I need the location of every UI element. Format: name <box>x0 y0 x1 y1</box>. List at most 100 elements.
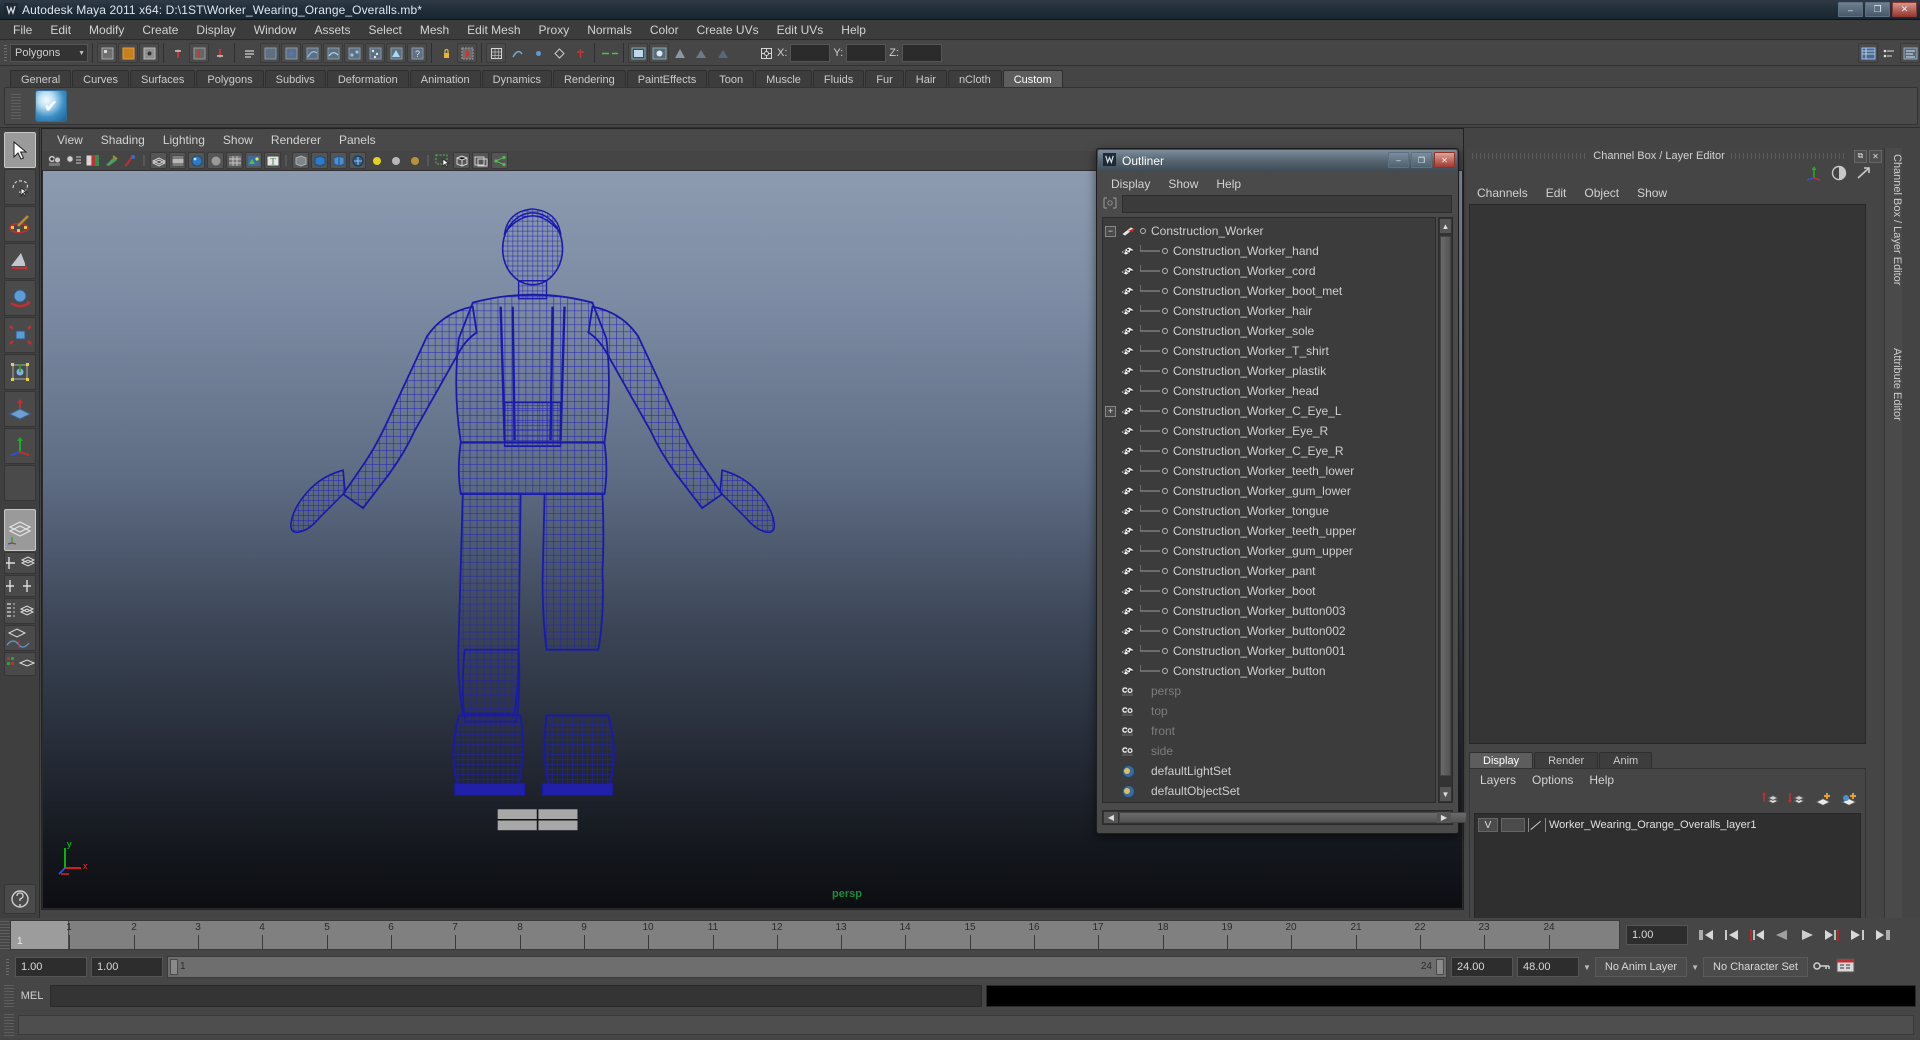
side-tab-attribute-editor[interactable]: Attribute Editor <box>1885 348 1903 421</box>
outliner-item-defaultobjectset[interactable]: defaultObjectSet <box>1103 781 1435 801</box>
select-handles-icon[interactable] <box>260 43 280 63</box>
menu-select[interactable]: Select <box>359 21 410 39</box>
snap-curve-icon[interactable] <box>507 43 527 63</box>
outliner-item-construction-worker-boot[interactable]: Construction_Worker_boot <box>1103 581 1435 601</box>
outliner-item-construction-worker-c-eye-l[interactable]: + Construction_Worker_C_Eye_L <box>1103 401 1435 421</box>
time-slider-track[interactable]: 1 1 2 3 4 5 6 7 8 9 10 11 12 13 14 15 16 17 18 19 20 21 22 23 2… <box>10 920 1620 950</box>
outliner-item-construction-worker-button001[interactable]: Construction_Worker_button001 <box>1103 641 1435 661</box>
minimize-button[interactable]: – <box>1838 2 1863 17</box>
lines-mask-icon[interactable] <box>210 43 230 63</box>
shaded-cube-alt-icon[interactable] <box>330 152 347 169</box>
shelf-tab-painteffects[interactable]: PaintEffects <box>626 70 708 88</box>
outliner-item-construction-worker-pant[interactable]: Construction_Worker_pant <box>1103 561 1435 581</box>
chevron-down-icon[interactable]: ▼ <box>1691 963 1699 972</box>
help-tool[interactable] <box>3 884 36 914</box>
show-hide-channel-box-icon[interactable] <box>1858 43 1878 63</box>
select-surfaces-icon[interactable] <box>323 43 343 63</box>
outliner-item-construction-worker-gum-lower[interactable]: Construction_Worker_gum_lower <box>1103 481 1435 501</box>
outliner-item-construction-worker-t-shirt[interactable]: Construction_Worker_T_shirt <box>1103 341 1435 361</box>
highlight-selection-icon[interactable] <box>457 43 477 63</box>
range-grip[interactable] <box>4 957 11 977</box>
outliner-tree[interactable]: − Construction_Worker Construction_Worker_… <box>1102 217 1436 803</box>
outliner-minimize-button[interactable]: – <box>1388 152 1409 168</box>
outliner-item-construction-worker-hair[interactable]: Construction_Worker_hair <box>1103 301 1435 321</box>
select-by-component-icon[interactable] <box>139 43 159 63</box>
menu-modify[interactable]: Modify <box>80 21 133 39</box>
menuset-selector[interactable]: Polygons ▼ <box>10 44 88 62</box>
step-forward-frame-icon[interactable] <box>1821 925 1843 945</box>
camera-icon[interactable] <box>46 152 63 169</box>
expand-collapse-toggle[interactable]: + <box>1105 405 1116 417</box>
go-to-start-icon[interactable] <box>1696 925 1718 945</box>
step-forward-keyframe-icon[interactable] <box>1846 925 1868 945</box>
outliner-item-construction-worker-gum-upper[interactable]: Construction_Worker_gum_upper <box>1103 541 1435 561</box>
snap-live-icon[interactable] <box>570 43 590 63</box>
outliner-item-construction-worker-teeth-lower[interactable]: Construction_Worker_teeth_lower <box>1103 461 1435 481</box>
menu-create[interactable]: Create <box>133 21 187 39</box>
character-set-selector[interactable]: No Character Set <box>1703 957 1808 977</box>
snap-grid-icon[interactable] <box>486 43 506 63</box>
smooth-shade-selected-icon[interactable] <box>207 152 224 169</box>
xray-icon[interactable] <box>292 152 309 169</box>
select-by-hierarchy-icon[interactable] <box>97 43 117 63</box>
select-mask-menu-icon[interactable] <box>239 43 259 63</box>
menu-mesh[interactable]: Mesh <box>411 21 458 39</box>
shelf-tab-muscle[interactable]: Muscle <box>755 70 812 88</box>
command-input[interactable] <box>50 985 982 1007</box>
command-language-label[interactable]: MEL <box>18 990 46 1002</box>
layer-menu-layers[interactable]: Layers <box>1472 772 1524 788</box>
move-layer-down-icon[interactable] <box>1787 791 1807 810</box>
range-slider[interactable]: 1 24 <box>167 956 1447 978</box>
show-manipulator-tool[interactable] <box>3 428 36 464</box>
play-forwards-icon[interactable] <box>1796 925 1818 945</box>
share-icon[interactable] <box>491 152 508 169</box>
outliner-item-defaultlightset[interactable]: defaultLightSet <box>1103 761 1435 781</box>
two-pane-layout[interactable] <box>3 575 36 597</box>
shelf-tab-animation[interactable]: Animation <box>409 70 481 88</box>
universal-manipulator-tool[interactable] <box>3 354 36 390</box>
outliner-item-construction-worker-hand[interactable]: Construction_Worker_hand <box>1103 241 1435 261</box>
range-left-handle[interactable] <box>170 959 178 975</box>
channelbox-menu-object[interactable]: Object <box>1575 185 1628 201</box>
outliner-item-construction-worker-tongue[interactable]: Construction_Worker_tongue <box>1103 501 1435 521</box>
go-to-end-icon[interactable] <box>1871 925 1893 945</box>
move-tool[interactable] <box>3 243 36 279</box>
points-mask-icon[interactable] <box>189 43 209 63</box>
smooth-shade-all-icon[interactable] <box>188 152 205 169</box>
anim-start-field[interactable]: 1.00 <box>91 957 163 977</box>
tab-display[interactable]: Display <box>1469 752 1534 769</box>
help-line-grip[interactable] <box>4 1014 14 1036</box>
animation-prefs-icon[interactable] <box>1836 958 1856 976</box>
arrow-icon[interactable] <box>1855 165 1873 184</box>
show-hide-tool-settings-icon[interactable] <box>1900 43 1920 63</box>
light-yellow-icon[interactable] <box>368 152 385 169</box>
outliner-item-front[interactable]: front <box>1103 721 1435 741</box>
grid-toggle-icon[interactable] <box>472 152 489 169</box>
input-connections-icon[interactable] <box>599 43 619 63</box>
menu-assets[interactable]: Assets <box>305 21 359 39</box>
shelf-tab-custom[interactable]: Custom <box>1002 70 1063 88</box>
outliner-menu-help[interactable]: Help <box>1207 176 1250 192</box>
tab-render[interactable]: Render <box>1534 752 1599 769</box>
outliner-item-construction-worker-eye-r[interactable]: Construction_Worker_Eye_R <box>1103 421 1435 441</box>
texture-icon[interactable] <box>245 152 262 169</box>
y-input[interactable] <box>846 44 887 62</box>
select-by-object-icon[interactable] <box>118 43 138 63</box>
channel-box-list[interactable] <box>1469 204 1866 744</box>
menu-proxy[interactable]: Proxy <box>530 21 579 39</box>
film-gate-icon[interactable] <box>169 152 186 169</box>
scroll-right-arrow-icon[interactable]: ▶ <box>1437 812 1451 823</box>
maximize-button[interactable]: ❐ <box>1865 2 1890 17</box>
shelf-tab-subdivs[interactable]: Subdivs <box>264 70 326 88</box>
render-current-frame-icon[interactable] <box>649 43 669 63</box>
outliner-close-button[interactable]: ✕ <box>1434 152 1455 168</box>
menu-window[interactable]: Window <box>245 21 306 39</box>
book-icon[interactable] <box>84 152 101 169</box>
layer-row[interactable]: V Worker_Wearing_Orange_Overalls_layer1 <box>1478 817 1857 833</box>
outliner-vertical-scrollbar[interactable]: ▲ ▼ <box>1438 217 1453 803</box>
snap-view-plane-icon[interactable] <box>549 43 569 63</box>
outliner-item-construction-worker-button002[interactable]: Construction_Worker_button002 <box>1103 621 1435 641</box>
lasso-select-tool[interactable] <box>3 169 36 205</box>
step-back-frame-icon[interactable] <box>1746 925 1768 945</box>
open-render-view-icon[interactable] <box>628 43 648 63</box>
